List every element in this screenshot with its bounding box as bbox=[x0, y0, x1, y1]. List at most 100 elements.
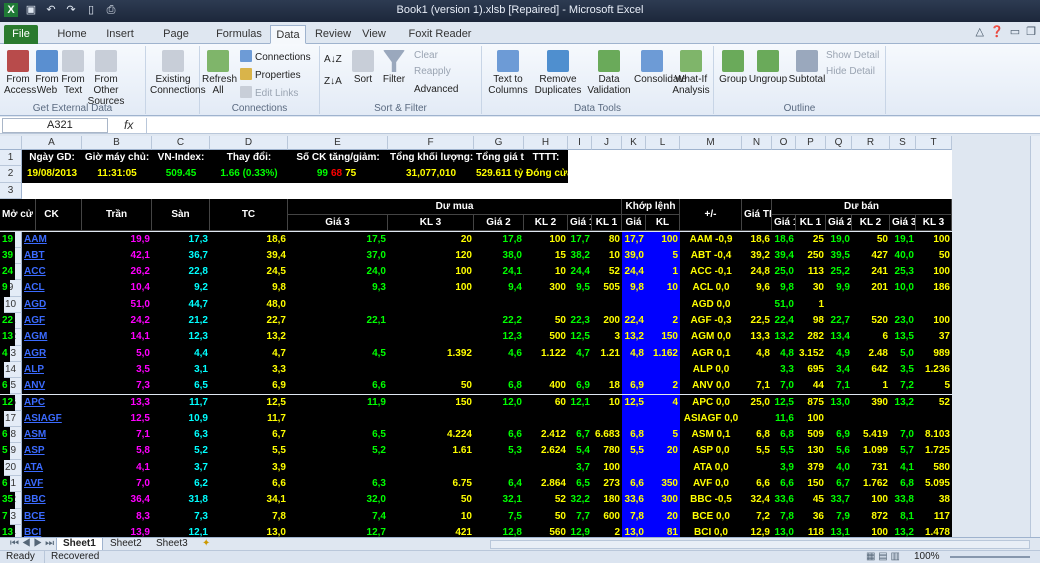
column-header-f[interactable]: F bbox=[388, 136, 474, 150]
sort-az-button[interactable]: A↓Z bbox=[324, 54, 342, 65]
stock-symbol-link[interactable]: ANV bbox=[22, 378, 82, 395]
stock-symbol-link[interactable]: AAM bbox=[22, 231, 82, 248]
reference-price: 12,5 bbox=[210, 394, 288, 411]
reapply-button[interactable]: Reapply bbox=[414, 66, 451, 77]
stock-symbol-link[interactable]: ASP bbox=[22, 443, 82, 460]
links-icon bbox=[240, 86, 252, 98]
column-header-h[interactable]: H bbox=[524, 136, 568, 150]
tab-home[interactable]: Home bbox=[52, 25, 92, 44]
advanced-filter-button[interactable]: Advanced bbox=[414, 84, 458, 95]
column-header-j[interactable]: J bbox=[592, 136, 622, 150]
tab-insert[interactable]: Insert bbox=[100, 25, 140, 44]
ribbon-collapse-icon[interactable]: △ bbox=[976, 25, 984, 38]
reference-price: 24,5 bbox=[210, 264, 288, 281]
column-header-a[interactable]: A bbox=[22, 136, 82, 150]
tab-foxit[interactable]: Foxit Reader PDF bbox=[396, 25, 484, 58]
column-header-n[interactable]: N bbox=[742, 136, 772, 150]
stock-symbol-link[interactable]: ATA bbox=[22, 459, 82, 476]
from-access-button[interactable]: From Access bbox=[4, 50, 36, 96]
edit-links-button[interactable]: Edit Links bbox=[240, 86, 298, 99]
refresh-all-button[interactable]: Refresh All bbox=[202, 50, 237, 96]
from-text-button[interactable]: From Text bbox=[60, 50, 86, 96]
stock-symbol-link[interactable]: AGM bbox=[22, 329, 82, 346]
subtotal-icon bbox=[796, 50, 818, 72]
tab-view[interactable]: View bbox=[358, 25, 390, 44]
tab-data[interactable]: Data bbox=[270, 25, 306, 44]
from-web-button[interactable]: From Web bbox=[34, 50, 60, 96]
column-header-d[interactable]: D bbox=[210, 136, 288, 150]
from-other-sources-button[interactable]: From Other Sources bbox=[86, 50, 126, 107]
text-to-columns-button[interactable]: Text to Columns bbox=[486, 50, 530, 96]
column-header-g[interactable]: G bbox=[474, 136, 524, 150]
zoom-level[interactable]: 100% bbox=[914, 551, 940, 563]
info-label: Ngày GD: bbox=[22, 150, 82, 167]
stock-symbol-link[interactable]: ABT bbox=[22, 247, 82, 265]
remove-duplicates-button[interactable]: Remove Duplicates bbox=[532, 50, 584, 96]
row-header-2[interactable]: 2 bbox=[0, 166, 22, 183]
stock-symbol-link[interactable]: BCE bbox=[22, 508, 82, 525]
column-header-q[interactable]: Q bbox=[826, 136, 852, 150]
stock-cell: 180 bbox=[592, 492, 622, 509]
formula-input[interactable] bbox=[146, 118, 1036, 133]
column-header-c[interactable]: C bbox=[152, 136, 210, 150]
horizontal-scrollbar[interactable] bbox=[490, 540, 1030, 549]
zoom-slider[interactable] bbox=[950, 556, 1030, 558]
stock-symbol-link[interactable]: AGD bbox=[22, 296, 82, 313]
restore-icon[interactable]: ❐ bbox=[1026, 25, 1036, 38]
column-header-l[interactable]: L bbox=[646, 136, 680, 150]
subtotal-button[interactable]: Subtotal bbox=[788, 50, 826, 85]
stock-cell: 379 bbox=[796, 459, 826, 476]
stock-symbol-link[interactable]: AGF bbox=[22, 313, 82, 330]
subheader-7: KL bbox=[646, 215, 680, 232]
row-header-3[interactable]: 3 bbox=[0, 182, 22, 199]
ungroup-button[interactable]: Ungroup bbox=[748, 50, 788, 85]
tab-page-layout[interactable]: Page Layout bbox=[146, 25, 206, 58]
stock-symbol-link[interactable]: ACC bbox=[22, 264, 82, 281]
hide-detail-button[interactable]: Hide Detail bbox=[826, 66, 875, 77]
row-header-1[interactable]: 1 bbox=[0, 150, 22, 167]
stock-cell: 390 bbox=[852, 394, 890, 411]
stock-symbol-link[interactable]: ASIAGF bbox=[22, 410, 82, 428]
column-header-i[interactable]: I bbox=[568, 136, 592, 150]
column-header-b[interactable]: B bbox=[82, 136, 152, 150]
stock-symbol-link[interactable]: AVF bbox=[22, 476, 82, 493]
stock-cell: 6,4 bbox=[474, 476, 524, 493]
stock-symbol-link[interactable]: AGR bbox=[22, 345, 82, 362]
group-button[interactable]: Group bbox=[718, 50, 748, 85]
fx-icon[interactable]: fx bbox=[124, 118, 133, 132]
stock-symbol-link[interactable]: APC bbox=[22, 394, 82, 411]
column-header-m[interactable]: M bbox=[680, 136, 742, 150]
column-header-p[interactable]: P bbox=[796, 136, 826, 150]
column-header-s[interactable]: S bbox=[890, 136, 916, 150]
stock-symbol-link[interactable]: ALP bbox=[22, 361, 82, 379]
stock-symbol-link[interactable]: ACL bbox=[22, 280, 82, 297]
tab-formulas[interactable]: Formulas bbox=[214, 25, 264, 44]
minimize-icon[interactable]: ▭ bbox=[1010, 25, 1020, 38]
filter-button[interactable]: Filter bbox=[380, 50, 408, 85]
vertical-scrollbar[interactable] bbox=[1030, 136, 1040, 537]
column-header-k[interactable]: K bbox=[622, 136, 646, 150]
sort-za-button[interactable]: Z↓A bbox=[324, 76, 342, 87]
connections-button[interactable]: Connections bbox=[240, 50, 311, 63]
stock-symbol-link[interactable]: ASM bbox=[22, 427, 82, 444]
tab-file[interactable]: File bbox=[4, 25, 38, 44]
view-buttons[interactable]: ▦ ▤ ▥ bbox=[866, 551, 900, 563]
column-header-r[interactable]: R bbox=[852, 136, 890, 150]
sort-button[interactable]: Sort bbox=[350, 50, 376, 85]
column-header-o[interactable]: O bbox=[772, 136, 796, 150]
consolidate-button[interactable]: Consolidate bbox=[634, 50, 687, 85]
select-all-corner[interactable] bbox=[0, 136, 22, 150]
existing-connections-button[interactable]: Existing Connections bbox=[150, 50, 206, 96]
stock-symbol-link[interactable]: BBC bbox=[22, 492, 82, 509]
tab-review[interactable]: Review bbox=[312, 25, 354, 44]
clear-filter-button[interactable]: Clear bbox=[414, 50, 438, 61]
column-header-e[interactable]: E bbox=[288, 136, 388, 150]
help-icon[interactable]: ❓ bbox=[990, 25, 1004, 38]
text-to-columns-icon bbox=[497, 50, 519, 72]
show-detail-button[interactable]: Show Detail bbox=[826, 50, 879, 61]
name-box[interactable]: A321 bbox=[2, 118, 108, 133]
properties-button[interactable]: Properties bbox=[240, 68, 301, 81]
data-validation-button[interactable]: Data Validation bbox=[586, 50, 632, 96]
column-header-t[interactable]: T bbox=[916, 136, 952, 150]
what-if-analysis-button[interactable]: What-If Analysis bbox=[672, 50, 710, 96]
